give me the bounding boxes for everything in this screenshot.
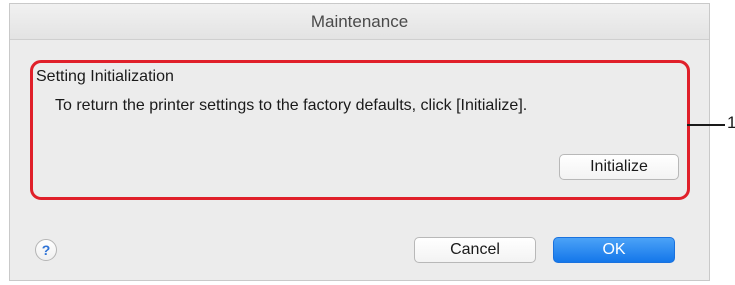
callout-number: 1 bbox=[727, 113, 735, 132]
maintenance-dialog: Maintenance Setting Initialization To re… bbox=[9, 3, 710, 281]
page: Maintenance Setting Initialization To re… bbox=[0, 0, 735, 285]
setting-initialization-group: Setting Initialization To return the pri… bbox=[30, 60, 690, 200]
help-button[interactable]: ? bbox=[35, 239, 57, 261]
group-heading: Setting Initialization bbox=[36, 68, 174, 85]
cancel-button[interactable]: Cancel bbox=[414, 237, 536, 263]
callout-leader-line bbox=[687, 124, 725, 126]
initialize-button[interactable]: Initialize bbox=[559, 154, 679, 180]
ok-button[interactable]: OK bbox=[553, 237, 675, 263]
dialog-title: Maintenance bbox=[10, 4, 709, 40]
group-description: To return the printer settings to the fa… bbox=[55, 97, 528, 114]
question-mark-icon: ? bbox=[41, 242, 51, 258]
